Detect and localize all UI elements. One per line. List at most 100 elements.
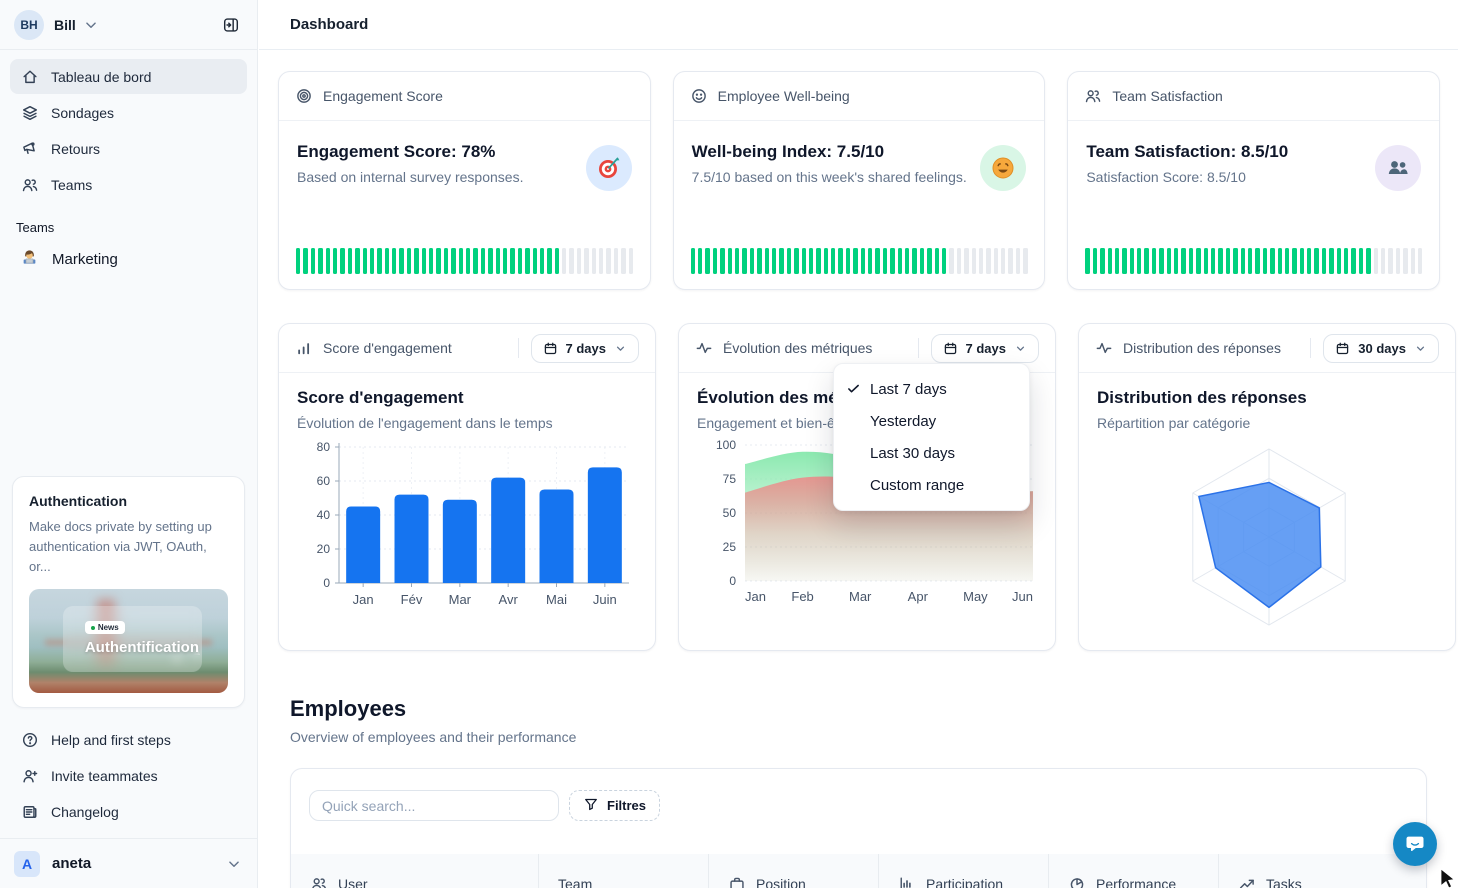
column-header-team[interactable]: Team — [539, 854, 709, 888]
sidebar-item-teams[interactable]: Teams — [10, 167, 247, 202]
chart-bars-icon — [295, 339, 313, 357]
menu-item-custom-range[interactable]: Custom range — [834, 469, 1029, 501]
sidebar-item-help-and-first-steps[interactable]: Help and first steps — [10, 722, 247, 757]
workspace-avatar: A — [14, 851, 40, 877]
promo-image-title: Authentification — [85, 639, 199, 656]
changelog-icon — [21, 803, 39, 821]
promo-overlay: News Authentification — [63, 606, 202, 673]
svg-text:0: 0 — [729, 574, 736, 588]
divider — [918, 338, 919, 358]
stat-card-team-satisfaction: Team SatisfactionTeam Satisfaction: 8.5/… — [1067, 71, 1440, 290]
svg-text:Mar: Mar — [849, 589, 872, 604]
sidebar-item-changelog[interactable]: Changelog — [10, 794, 247, 829]
trend-up-icon — [1238, 875, 1256, 888]
svg-text:25: 25 — [723, 540, 737, 554]
users-icon — [21, 176, 39, 194]
sidebar-item-invite-teammates[interactable]: Invite teammates — [10, 758, 247, 793]
svg-text:0: 0 — [323, 576, 330, 590]
table-toolbar: Filtres — [291, 769, 1426, 821]
chart-card-header: Distribution des réponses30 days — [1079, 324, 1455, 373]
divider — [1310, 338, 1311, 358]
sidebar-header: BH Bill — [0, 0, 257, 50]
stat-title: Team Satisfaction: 8.5/10 — [1086, 142, 1419, 162]
chat-icon — [1403, 832, 1427, 856]
stat-card-employee-well-being: Employee Well-beingWell-being Index: 7.5… — [673, 71, 1046, 290]
svg-text:50: 50 — [723, 506, 737, 520]
column-header-tasks[interactable]: Tasks — [1219, 854, 1426, 888]
search-input[interactable] — [309, 790, 559, 821]
page-title: Dashboard — [290, 16, 368, 33]
segmented-progress-bar — [1085, 248, 1422, 274]
dart-emoji — [586, 145, 632, 191]
promo-description: Make docs private by setting up authenti… — [29, 517, 228, 577]
promo-title: Authentication — [29, 493, 228, 509]
svg-text:75: 75 — [723, 472, 737, 486]
chat-launcher-button[interactable] — [1393, 822, 1437, 866]
employees-title: Employees — [290, 696, 1440, 722]
chart-canvas — [1097, 437, 1435, 640]
date-range-button[interactable]: 7 days — [531, 334, 639, 363]
activity-icon — [1095, 339, 1113, 357]
user-plus-icon — [21, 767, 39, 785]
filters-button[interactable]: Filtres — [569, 790, 660, 821]
svg-text:100: 100 — [716, 438, 736, 452]
user-name[interactable]: Bill — [54, 17, 76, 33]
svg-text:60: 60 — [317, 474, 331, 488]
briefcase-icon — [728, 875, 746, 888]
svg-text:20: 20 — [317, 542, 331, 556]
chart-subtitle: Évolution de l'engagement dans le temps — [297, 415, 635, 431]
column-header-performance[interactable]: Performance — [1049, 854, 1219, 888]
column-header-user[interactable]: User — [291, 854, 539, 888]
stat-card-header: Employee Well-being — [674, 72, 1045, 121]
sidebar-nav: Tableau de bordSondagesRetoursTeams — [0, 50, 257, 203]
column-header-position[interactable]: Position — [709, 854, 879, 888]
chart-canvas: 020406080JanFévMarAvrMaiJuin — [297, 437, 635, 618]
chevron-down-icon — [225, 855, 243, 873]
check-icon — [846, 381, 861, 396]
news-badge: News — [85, 621, 125, 634]
workspace-switcher[interactable]: A aneta — [0, 838, 257, 888]
employees-section: Employees Overview of employees and thei… — [290, 696, 1440, 888]
stat-subtitle: 7.5/10 based on this week's shared feeli… — [692, 169, 1025, 185]
sidebar-item-retours[interactable]: Retours — [10, 131, 247, 166]
date-range-button[interactable]: 30 days — [1323, 334, 1439, 363]
funnel-icon — [583, 796, 599, 815]
column-header-participation[interactable]: Participation — [879, 854, 1049, 888]
svg-text:Mai: Mai — [546, 592, 567, 607]
sidebar-footer-nav: Help and first stepsInvite teammatesChan… — [0, 718, 257, 830]
menu-item-last-30-days[interactable]: Last 30 days — [834, 437, 1029, 469]
sidebar-item-sondages[interactable]: Sondages — [10, 95, 247, 130]
menu-item-yesterday[interactable]: Yesterday — [834, 405, 1029, 437]
svg-text:Fév: Fév — [401, 592, 423, 607]
segmented-progress-bar — [691, 248, 1028, 274]
sidebar-team-marketing[interactable]: Marketing — [0, 241, 257, 277]
stat-cards-row: Engagement ScoreEngagement Score: 78%Bas… — [278, 71, 1440, 290]
svg-text:May: May — [963, 589, 988, 604]
collapse-sidebar-button[interactable] — [217, 11, 245, 39]
auth-promo-card[interactable]: Authentication Make docs private by sett… — [12, 476, 245, 708]
table-header-row: UserTeamPositionParticipationPerformance… — [291, 854, 1426, 888]
svg-text:Feb: Feb — [791, 589, 813, 604]
chevron-down-icon — [1414, 342, 1427, 355]
menu-item-last-7-days[interactable]: Last 7 days — [834, 373, 1029, 405]
date-range-button[interactable]: 7 days — [931, 334, 1039, 363]
help-icon — [21, 731, 39, 749]
stat-subtitle: Based on internal survey responses. — [297, 169, 630, 185]
workspace-name: aneta — [52, 855, 91, 872]
sidebar-teams: Marketing — [0, 241, 257, 277]
sidebar: BH Bill Tableau de bordSondagesRetoursTe… — [0, 0, 258, 888]
svg-text:Jun: Jun — [1012, 589, 1033, 604]
calendar-icon — [1335, 341, 1350, 356]
chart-card-score-d-engagement: Score d'engagement7 daysScore d'engageme… — [278, 323, 656, 651]
avatar[interactable]: BH — [14, 10, 44, 40]
divider — [518, 338, 519, 358]
chevron-down-icon — [1014, 342, 1027, 355]
megaphone-icon — [21, 140, 39, 158]
promo-image[interactable]: News Authentification — [29, 589, 228, 693]
sidebar-section-label: Teams — [0, 203, 257, 241]
chevron-down-icon[interactable] — [82, 16, 100, 34]
sidebar-item-tableau-de-bord[interactable]: Tableau de bord — [10, 59, 247, 94]
stat-subtitle: Satisfaction Score: 8.5/10 — [1086, 169, 1419, 185]
stat-card-engagement-score: Engagement ScoreEngagement Score: 78%Bas… — [278, 71, 651, 290]
pie-chart-icon — [1068, 875, 1086, 888]
